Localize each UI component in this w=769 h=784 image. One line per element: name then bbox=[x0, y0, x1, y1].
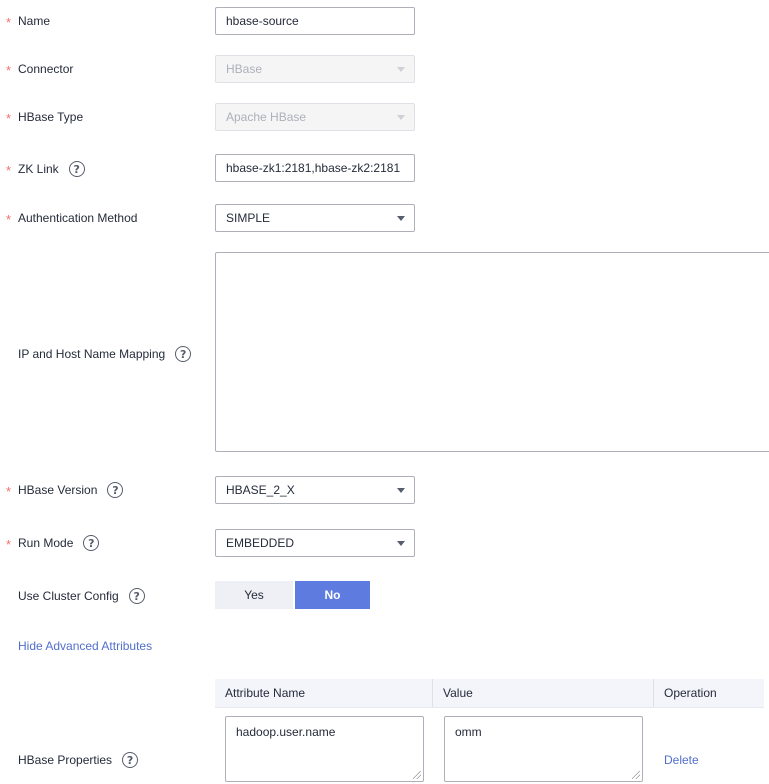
name-input[interactable]: hbase-source bbox=[215, 7, 415, 35]
hbase-type-label: * HBase Type bbox=[6, 110, 84, 126]
hbase-version-label: * HBase Version ? bbox=[6, 482, 124, 499]
help-icon[interactable]: ? bbox=[68, 161, 85, 177]
chevron-down-icon bbox=[397, 216, 405, 221]
required-asterisk: * bbox=[6, 163, 12, 178]
auth-method-label: * Authentication Method bbox=[6, 211, 138, 227]
chevron-down-icon bbox=[397, 541, 405, 546]
required-asterisk: * bbox=[6, 111, 12, 126]
use-cluster-config-toggle: Yes No bbox=[215, 581, 370, 609]
required-asterisk: * bbox=[6, 484, 12, 499]
required-asterisk: * bbox=[6, 212, 12, 227]
chevron-down-icon bbox=[397, 67, 405, 72]
use-cluster-config-label: Use Cluster Config ? bbox=[6, 588, 145, 604]
properties-table-header: Attribute Name Value Operation bbox=[215, 679, 764, 708]
chevron-down-icon bbox=[397, 115, 405, 120]
help-icon[interactable]: ? bbox=[83, 535, 100, 551]
required-asterisk: * bbox=[6, 63, 12, 78]
chevron-down-icon bbox=[397, 488, 405, 493]
help-icon[interactable]: ? bbox=[175, 346, 192, 362]
ip-mapping-textarea[interactable] bbox=[215, 252, 769, 452]
auth-method-select[interactable]: SIMPLE bbox=[215, 204, 415, 232]
attribute-value-textarea[interactable]: omm bbox=[444, 716, 643, 782]
run-mode-select[interactable]: EMBEDDED bbox=[215, 529, 415, 557]
zk-link-input[interactable]: hbase-zk1:2181,hbase-zk2:2181 bbox=[215, 154, 415, 182]
hbase-properties-label: HBase Properties ? bbox=[6, 752, 139, 768]
hbase-type-select: Apache HBase bbox=[215, 103, 415, 131]
column-header-value: Value bbox=[433, 679, 654, 707]
delete-row-link[interactable]: Delete bbox=[664, 753, 699, 767]
resize-handle-icon[interactable] bbox=[632, 771, 640, 779]
required-asterisk: * bbox=[6, 537, 12, 552]
resize-handle-icon[interactable] bbox=[413, 771, 421, 779]
hide-advanced-attributes-link[interactable]: Hide Advanced Attributes bbox=[18, 639, 152, 653]
column-header-attribute-name: Attribute Name bbox=[215, 679, 433, 707]
yes-option-button[interactable]: Yes bbox=[215, 581, 293, 609]
name-label: * Name bbox=[6, 14, 51, 30]
run-mode-label: * Run Mode ? bbox=[6, 535, 100, 552]
connector-select: HBase bbox=[215, 55, 415, 83]
column-header-operation: Operation bbox=[664, 686, 717, 700]
attribute-name-textarea[interactable]: hadoop.user.name bbox=[225, 716, 424, 782]
help-icon[interactable]: ? bbox=[107, 482, 124, 498]
hbase-version-select[interactable]: HBASE_2_X bbox=[215, 476, 415, 504]
zk-link-label: * ZK Link ? bbox=[6, 161, 85, 177]
connector-label: * Connector bbox=[6, 62, 74, 78]
required-asterisk: * bbox=[6, 15, 12, 30]
ip-mapping-label: IP and Host Name Mapping ? bbox=[6, 346, 192, 362]
no-option-button[interactable]: No bbox=[295, 581, 370, 609]
help-icon[interactable]: ? bbox=[128, 588, 145, 604]
help-icon[interactable]: ? bbox=[122, 752, 139, 768]
